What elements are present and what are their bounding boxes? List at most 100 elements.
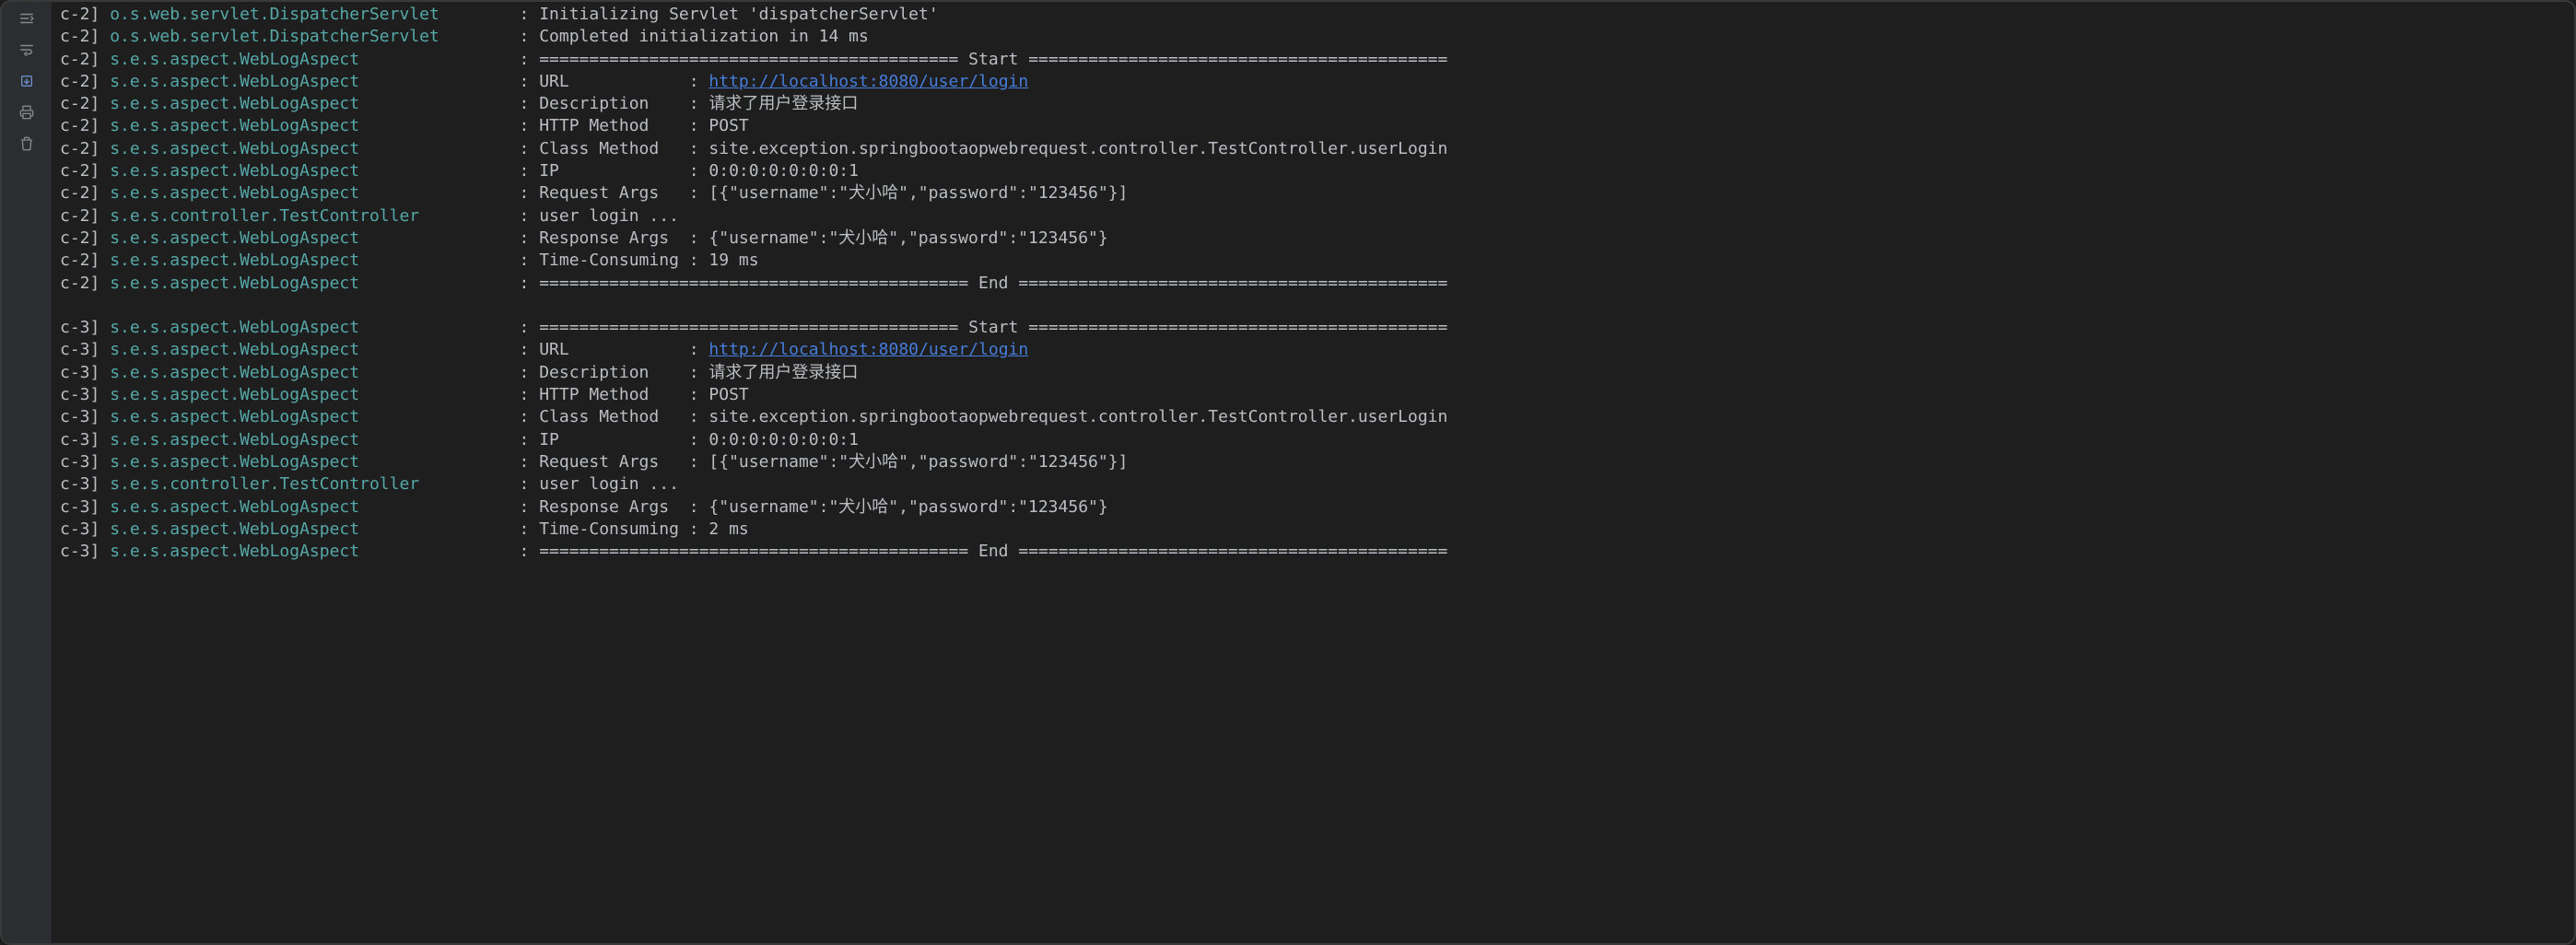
log-thread: c-2] [60, 182, 110, 204]
log-message: ========================================… [539, 541, 1447, 563]
log-line: c-3] s.e.s.aspect.WebLogAspect : Respons… [60, 496, 2567, 519]
log-thread: c-3] [60, 519, 110, 541]
log-logger: s.e.s.controller.TestController [110, 205, 509, 228]
wrap-icon[interactable] [18, 41, 36, 59]
log-separator: : [509, 496, 540, 519]
log-logger: s.e.s.aspect.WebLogAspect [110, 541, 509, 563]
log-message: Request Args : [{"username":"犬小哈","passw… [539, 451, 1128, 473]
log-message: ========================================… [539, 317, 1447, 339]
log-message: Description : 请求了用户登录接口 [539, 93, 858, 115]
log-thread: c-2] [60, 160, 110, 182]
log-separator: : [509, 429, 540, 451]
log-thread: c-3] [60, 473, 110, 496]
log-thread: c-2] [60, 4, 110, 26]
log-message: Class Method : site.exception.springboot… [539, 406, 1447, 428]
log-thread: c-2] [60, 49, 110, 71]
log-message: Description : 请求了用户登录接口 [539, 362, 858, 384]
log-thread: c-2] [60, 273, 110, 295]
log-thread: c-3] [60, 496, 110, 519]
log-line: c-3] s.e.s.aspect.WebLogAspect : =======… [60, 317, 2567, 339]
log-logger: s.e.s.aspect.WebLogAspect [110, 160, 509, 182]
log-separator: : [509, 519, 540, 541]
log-message: Response Args : {"username":"犬小哈","passw… [539, 496, 1108, 519]
log-separator: : [509, 182, 540, 204]
log-line: c-3] s.e.s.aspect.WebLogAspect : HTTP Me… [60, 384, 2567, 406]
log-logger: s.e.s.aspect.WebLogAspect [110, 384, 509, 406]
log-label: URL : [539, 339, 708, 361]
log-separator: : [509, 250, 540, 272]
log-message: HTTP Method : POST [539, 384, 749, 406]
log-message: ========================================… [539, 49, 1447, 71]
log-message: IP : 0:0:0:0:0:0:0:1 [539, 160, 859, 182]
console-gutter [2, 2, 53, 943]
log-separator: : [509, 160, 540, 182]
log-line: c-2] s.e.s.aspect.WebLogAspect : Time-Co… [60, 250, 2567, 272]
log-line: c-2] s.e.s.aspect.WebLogAspect : =======… [60, 273, 2567, 295]
log-thread: c-3] [60, 384, 110, 406]
log-thread: c-3] [60, 339, 110, 361]
log-logger: s.e.s.aspect.WebLogAspect [110, 339, 509, 361]
log-url-link[interactable]: http://localhost:8080/user/login [708, 71, 1028, 93]
log-logger: s.e.s.aspect.WebLogAspect [110, 71, 509, 93]
log-logger: s.e.s.aspect.WebLogAspect [110, 406, 509, 428]
log-logger: s.e.s.aspect.WebLogAspect [110, 496, 509, 519]
log-line: c-3] s.e.s.aspect.WebLogAspect : Request… [60, 451, 2567, 473]
log-logger: s.e.s.aspect.WebLogAspect [110, 519, 509, 541]
log-logger: s.e.s.aspect.WebLogAspect [110, 451, 509, 473]
log-thread: c-2] [60, 228, 110, 250]
log-message: ========================================… [539, 273, 1447, 295]
log-logger: o.s.web.servlet.DispatcherServlet [110, 4, 509, 26]
log-line: c-2] o.s.web.servlet.DispatcherServlet :… [60, 26, 2567, 48]
log-message: Request Args : [{"username":"犬小哈","passw… [539, 182, 1128, 204]
log-line: c-2] s.e.s.aspect.WebLogAspect : =======… [60, 49, 2567, 71]
log-separator: : [509, 93, 540, 115]
log-message: Completed initialization in 14 ms [539, 26, 869, 48]
console-container: c-2] o.s.web.servlet.DispatcherServlet :… [0, 0, 2576, 945]
trash-icon[interactable] [18, 134, 36, 153]
log-line: c-2] s.e.s.aspect.WebLogAspect : Class M… [60, 138, 2567, 160]
log-thread: c-3] [60, 451, 110, 473]
log-url-link[interactable]: http://localhost:8080/user/login [708, 339, 1028, 361]
log-logger: s.e.s.aspect.WebLogAspect [110, 93, 509, 115]
log-logger: s.e.s.aspect.WebLogAspect [110, 182, 509, 204]
log-line: c-2] s.e.s.aspect.WebLogAspect : IP : 0:… [60, 160, 2567, 182]
print-icon[interactable] [18, 103, 36, 122]
log-separator: : [509, 273, 540, 295]
log-logger: s.e.s.aspect.WebLogAspect [110, 228, 509, 250]
toggle-icon[interactable] [18, 9, 36, 28]
log-logger: s.e.s.controller.TestController [110, 473, 509, 496]
log-separator: : [509, 317, 540, 339]
log-line: c-2] s.e.s.aspect.WebLogAspect : Respons… [60, 228, 2567, 250]
log-thread: c-3] [60, 317, 110, 339]
log-thread: c-2] [60, 250, 110, 272]
log-logger: s.e.s.aspect.WebLogAspect [110, 250, 509, 272]
log-thread: c-2] [60, 138, 110, 160]
log-thread: c-3] [60, 429, 110, 451]
log-separator: : [509, 451, 540, 473]
log-blank-line [60, 295, 2567, 317]
export-icon[interactable] [18, 72, 36, 90]
log-thread: c-2] [60, 93, 110, 115]
log-line: c-3] s.e.s.aspect.WebLogAspect : =======… [60, 541, 2567, 563]
log-thread: c-2] [60, 115, 110, 137]
log-message: HTTP Method : POST [539, 115, 749, 137]
log-separator: : [509, 115, 540, 137]
log-thread: c-2] [60, 71, 110, 93]
log-thread: c-3] [60, 541, 110, 563]
log-line: c-2] o.s.web.servlet.DispatcherServlet :… [60, 4, 2567, 26]
log-line: c-3] s.e.s.aspect.WebLogAspect : URL : h… [60, 339, 2567, 361]
log-separator: : [509, 473, 540, 496]
log-line: c-3] s.e.s.aspect.WebLogAspect : Time-Co… [60, 519, 2567, 541]
log-message: IP : 0:0:0:0:0:0:0:1 [539, 429, 859, 451]
log-message: Class Method : site.exception.springboot… [539, 138, 1447, 160]
log-message: Response Args : {"username":"犬小哈","passw… [539, 228, 1108, 250]
log-output[interactable]: c-2] o.s.web.servlet.DispatcherServlet :… [53, 2, 2574, 943]
log-separator: : [509, 138, 540, 160]
log-logger: s.e.s.aspect.WebLogAspect [110, 317, 509, 339]
log-line: c-3] s.e.s.controller.TestController : u… [60, 473, 2567, 496]
log-message: user login ... [539, 205, 679, 228]
log-logger: s.e.s.aspect.WebLogAspect [110, 429, 509, 451]
log-message: Initializing Servlet 'dispatcherServlet' [539, 4, 938, 26]
log-logger: s.e.s.aspect.WebLogAspect [110, 273, 509, 295]
log-separator: : [509, 406, 540, 428]
